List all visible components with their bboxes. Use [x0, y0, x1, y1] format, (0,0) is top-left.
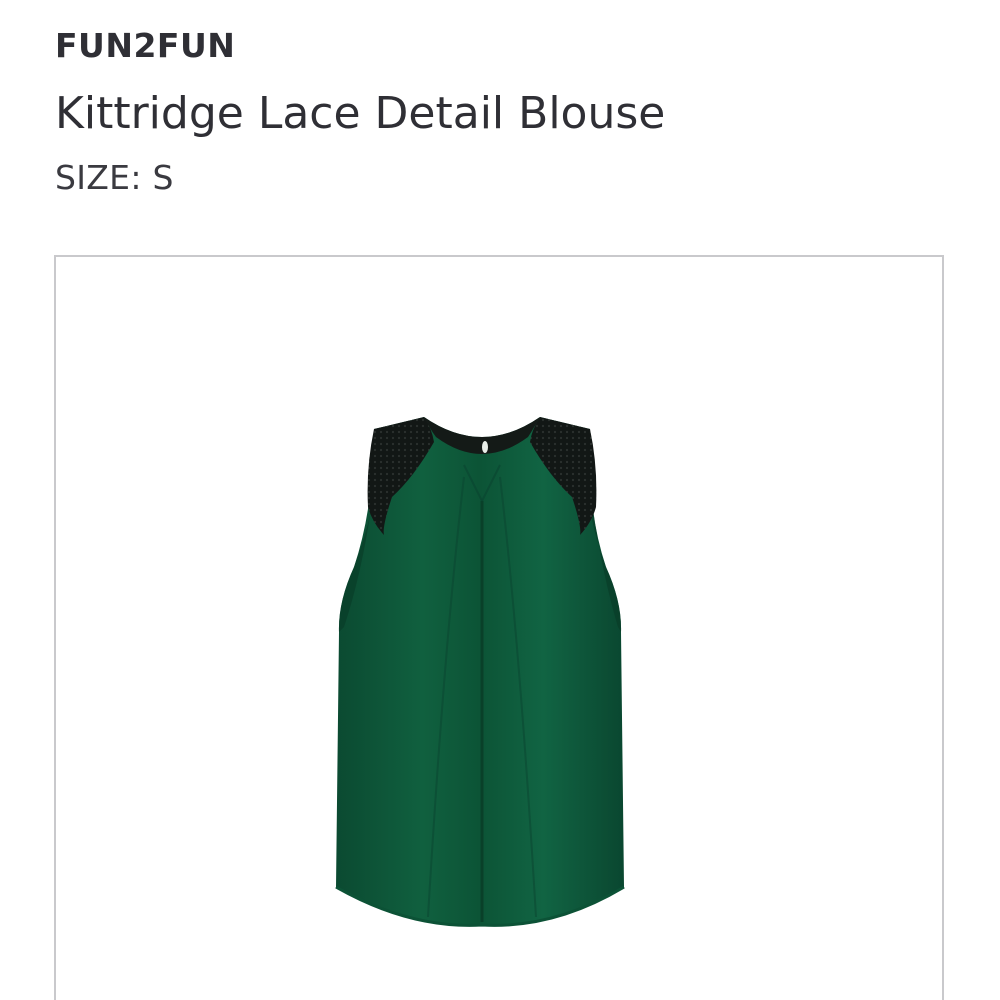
- product-header: FUN2FUN Kittridge Lace Detail Blouse SIZ…: [55, 22, 955, 202]
- blouse-icon: [335, 417, 625, 927]
- keyhole: [482, 441, 488, 453]
- product-image[interactable]: [54, 255, 944, 1000]
- product-title: Kittridge Lace Detail Blouse: [55, 88, 666, 139]
- size-label: SIZE: S: [55, 158, 174, 197]
- brand-name: FUN2FUN: [55, 26, 236, 65]
